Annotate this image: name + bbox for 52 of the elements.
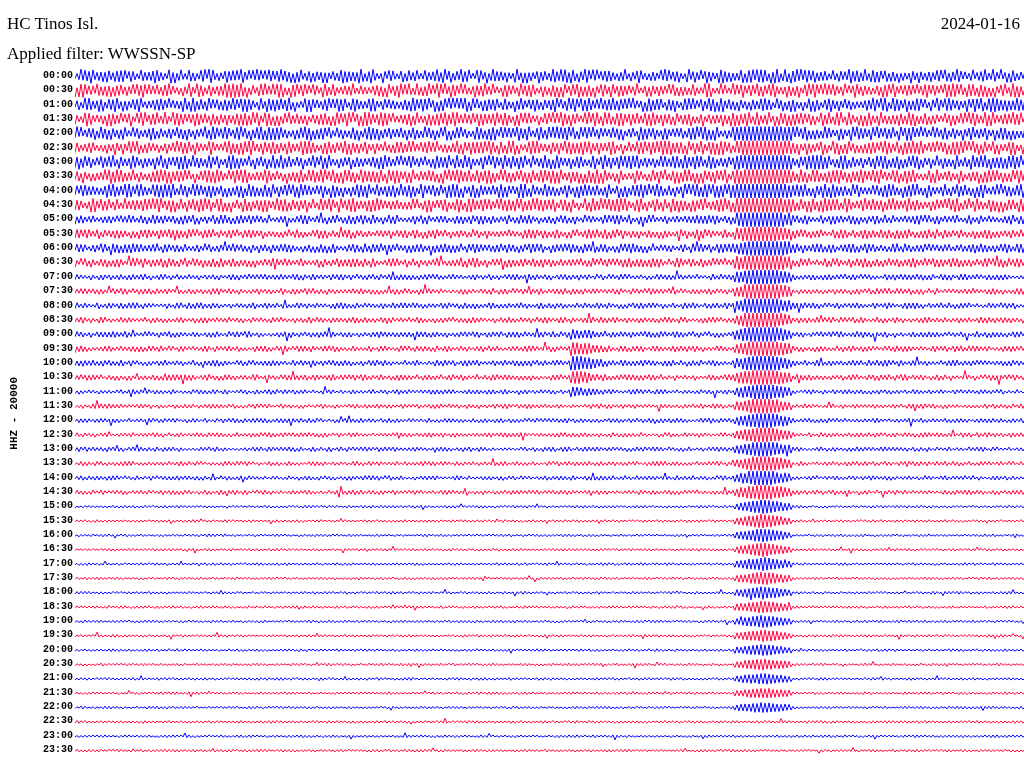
time-label: 12:30 <box>42 427 73 442</box>
time-label: 02:30 <box>42 140 73 155</box>
time-label: 11:00 <box>42 384 73 399</box>
time-label: 10:30 <box>42 370 73 385</box>
time-label: 00:30 <box>42 83 73 98</box>
time-label: 18:30 <box>42 599 73 614</box>
time-label: 00:00 <box>42 69 73 83</box>
time-label: 17:30 <box>42 571 73 586</box>
time-label: 14:00 <box>42 470 73 485</box>
time-label: 20:00 <box>42 642 73 657</box>
time-label: 13:30 <box>42 456 73 471</box>
time-label: 01:30 <box>42 112 73 127</box>
time-label: 08:00 <box>42 298 73 313</box>
time-label: 08:30 <box>42 312 73 327</box>
time-label: 19:00 <box>42 614 73 629</box>
date-label: 2024-01-16 <box>940 14 1020 34</box>
channel-label: HHZ - 20000 <box>8 377 20 450</box>
time-label: 19:30 <box>42 628 73 643</box>
time-label: 23:00 <box>42 728 73 743</box>
time-label: 02:00 <box>42 126 73 141</box>
time-label: 05:30 <box>42 226 73 241</box>
time-label: 09:00 <box>42 327 73 342</box>
time-label: 11:30 <box>42 398 73 413</box>
time-label: 17:00 <box>42 556 73 571</box>
time-label: 09:30 <box>42 341 73 356</box>
time-label: 07:30 <box>42 284 73 299</box>
time-label: 06:00 <box>42 241 73 256</box>
time-label: 14:30 <box>42 484 73 499</box>
time-label: 03:30 <box>42 169 73 184</box>
station-title: HC Tinos Isl. <box>7 14 99 34</box>
time-label: 01:00 <box>42 97 73 112</box>
time-label: 21:00 <box>42 671 73 686</box>
time-label: 21:30 <box>42 685 73 700</box>
time-label: 23:30 <box>42 743 73 758</box>
time-label: 22:00 <box>42 700 73 715</box>
time-label: 07:00 <box>42 269 73 284</box>
time-label: 16:00 <box>42 528 73 542</box>
time-label: 12:00 <box>42 413 73 428</box>
time-label: 05:00 <box>42 212 73 227</box>
time-label: 20:30 <box>42 657 73 672</box>
time-label: 15:00 <box>42 499 73 514</box>
time-label: 06:30 <box>42 255 73 270</box>
time-label: 15:30 <box>42 513 73 528</box>
time-label: 18:00 <box>42 585 73 600</box>
filter-label: Applied filter: WWSSN-SP <box>7 44 197 64</box>
time-label: 03:00 <box>42 155 73 170</box>
time-label: 10:00 <box>42 355 73 370</box>
time-label: 13:00 <box>42 441 73 456</box>
time-label: 04:30 <box>42 198 73 213</box>
time-label: 22:30 <box>42 714 73 729</box>
time-label: 04:00 <box>42 183 73 198</box>
time-label: 16:30 <box>42 542 73 557</box>
